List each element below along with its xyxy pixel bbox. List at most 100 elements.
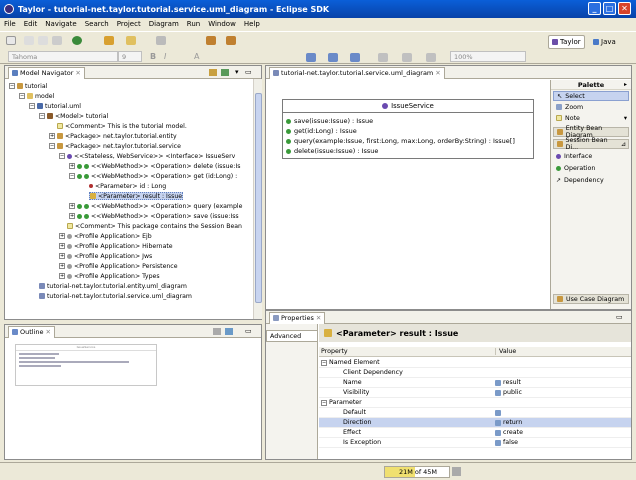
tree-item[interactable]: + <Profile Application> Hibernate <box>59 242 173 250</box>
arrange-icon[interactable] <box>306 53 316 62</box>
search-icon[interactable] <box>156 36 166 45</box>
palette-item-dependency[interactable]: ↗ Dependency <box>553 175 629 185</box>
zoom-combo[interactable]: 100% <box>450 51 526 62</box>
expand-icon[interactable]: + <box>49 133 55 139</box>
link-editor-icon[interactable] <box>221 69 229 76</box>
tree-item[interactable]: + <Package> net.taylor.tutorial.entity <box>49 132 177 140</box>
font-name-combo[interactable]: Tahoma <box>8 51 118 62</box>
menu-help[interactable]: Help <box>244 20 260 28</box>
expand-icon[interactable]: + <box>69 163 75 169</box>
col-property[interactable]: Property <box>321 348 348 355</box>
tree-item[interactable]: − <Package> net.taylor.tutorial.service <box>49 142 181 150</box>
palette-drawer-entity[interactable]: Entity Bean Diagram <box>553 125 629 139</box>
tree-item[interactable]: + <Profile Application> Ejb <box>59 232 152 240</box>
menu-navigate[interactable]: Navigate <box>45 20 76 28</box>
expand-icon[interactable]: + <box>59 243 65 249</box>
tab-model-navigator[interactable]: Model Navigator ✕ <box>8 66 85 79</box>
menu-file[interactable]: File <box>4 20 16 28</box>
menu-search[interactable]: Search <box>85 20 109 28</box>
operation-row[interactable]: get(id:Long) : Issue <box>286 127 357 135</box>
operation-row[interactable]: delete(issue:Issue) : Issue <box>286 147 378 155</box>
menu-window[interactable]: Window <box>208 20 236 28</box>
property-row[interactable]: Default <box>319 408 631 418</box>
pin-icon[interactable]: ⊿ <box>621 141 626 148</box>
menu-run[interactable]: Run <box>187 20 200 28</box>
tree-item[interactable]: tutorial-net.taylor.tutorial.entity.uml_… <box>39 282 187 290</box>
perspective-java[interactable]: Java <box>590 35 619 49</box>
outline-overview-icon[interactable] <box>225 328 233 335</box>
collapse-icon[interactable]: − <box>69 173 75 179</box>
tree-item[interactable]: − <<WebMethod>> <Operation> get (id:Long)… <box>69 172 237 180</box>
run-icon[interactable] <box>72 36 82 45</box>
tree-item[interactable]: − tutorial.uml <box>29 102 81 110</box>
collapse-icon[interactable]: − <box>19 93 25 99</box>
palette-item-operation[interactable]: Operation <box>553 163 629 173</box>
fill-color-icon[interactable] <box>378 53 388 62</box>
minimize-view-icon[interactable]: ▭ <box>245 327 252 335</box>
menu-diagram[interactable]: Diagram <box>149 20 179 28</box>
tree-item[interactable]: <Comment> This is the tutorial model. <box>57 122 187 130</box>
tree-item-selected[interactable]: <Parameter> result : Issue <box>89 192 184 200</box>
collapse-icon[interactable]: − <box>59 153 65 159</box>
collapse-icon[interactable]: − <box>321 359 327 366</box>
property-row[interactable]: Visibility public <box>319 388 631 398</box>
maximize-button[interactable]: □ <box>603 2 616 15</box>
perspective-taylor[interactable]: Taylor <box>548 35 585 49</box>
close-icon[interactable]: ✕ <box>75 69 80 77</box>
gc-icon[interactable] <box>452 467 461 476</box>
line-color-icon[interactable] <box>402 53 412 62</box>
palette-item-interface[interactable]: Interface <box>553 151 629 161</box>
operation-row[interactable]: query(example:Issue, first:Long, max:Lon… <box>286 137 515 145</box>
expand-icon[interactable]: + <box>69 203 75 209</box>
tab-diagram-editor[interactable]: tutorial-net.taylor.tutorial.service.uml… <box>269 66 445 79</box>
tree-item[interactable]: + <<WebMethod>> <Operation> save (issue:I… <box>69 212 239 220</box>
expand-icon[interactable]: + <box>59 233 65 239</box>
palette-tool-note[interactable]: Note ▾ <box>553 113 629 123</box>
save-all-icon[interactable] <box>38 36 48 45</box>
collapse-icon[interactable]: − <box>9 83 15 89</box>
class-box-issueservice[interactable]: IssueService save(issue:Issue) : Issue g… <box>282 99 534 159</box>
open-type-icon[interactable] <box>104 36 114 45</box>
auto-size-icon[interactable] <box>426 53 436 62</box>
outline-tree-icon[interactable] <box>213 328 221 335</box>
tab-outline[interactable]: Outline ✕ <box>8 325 55 338</box>
tree-item[interactable]: <Parameter> id : Long <box>89 182 166 190</box>
minimize-button[interactable]: _ <box>588 2 601 15</box>
collapse-icon[interactable]: − <box>39 113 45 119</box>
minimize-view-icon[interactable]: ▭ <box>245 68 252 76</box>
tree-item[interactable]: − model <box>19 92 54 100</box>
property-row[interactable]: Effect create <box>319 428 631 438</box>
palette-tool-zoom[interactable]: Zoom <box>553 102 629 112</box>
close-icon[interactable]: ✕ <box>435 69 440 77</box>
scroll-thumb[interactable] <box>255 93 262 303</box>
property-row[interactable]: Client Dependency <box>319 368 631 378</box>
font-size-combo[interactable]: 9 <box>118 51 142 62</box>
tree-item[interactable]: + <Profile Application> Persistence <box>59 262 178 270</box>
collapse-icon[interactable]: − <box>321 399 327 406</box>
close-icon[interactable]: ✕ <box>46 328 51 336</box>
palette-drawer-usecase[interactable]: Use Case Diagram <box>553 294 629 304</box>
property-row-selected[interactable]: Direction return <box>319 418 631 428</box>
bold-icon[interactable]: B <box>150 52 156 61</box>
expand-icon[interactable]: + <box>59 253 65 259</box>
outline-thumbnail[interactable]: IssueService <box>15 344 157 386</box>
close-button[interactable]: ✕ <box>618 2 631 15</box>
save-icon[interactable] <box>24 36 34 45</box>
back-icon[interactable] <box>206 36 216 45</box>
navigator-scrollbar[interactable] <box>253 79 262 319</box>
collapse-icon[interactable]: − <box>29 103 35 109</box>
close-icon[interactable]: ✕ <box>316 314 321 322</box>
property-row[interactable]: Is Exception false <box>319 438 631 448</box>
tree-item[interactable]: + <Profile Application> Types <box>59 272 160 280</box>
menu-project[interactable]: Project <box>117 20 141 28</box>
tree-item[interactable]: tutorial-net.taylor.tutorial.service.uml… <box>39 292 192 300</box>
menu-edit[interactable]: Edit <box>24 20 38 28</box>
tab-properties[interactable]: Properties ✕ <box>269 311 326 324</box>
heap-status[interactable]: 21M of 45M <box>384 466 450 478</box>
palette-collapse-icon[interactable]: ▸ <box>624 81 627 88</box>
collapse-all-icon[interactable] <box>209 69 217 76</box>
expand-icon[interactable]: + <box>59 273 65 279</box>
tree-item[interactable]: + <<WebMethod>> <Operation> delete (issue… <box>69 162 240 170</box>
open-folder-icon[interactable] <box>126 36 136 45</box>
expand-icon[interactable]: + <box>59 263 65 269</box>
